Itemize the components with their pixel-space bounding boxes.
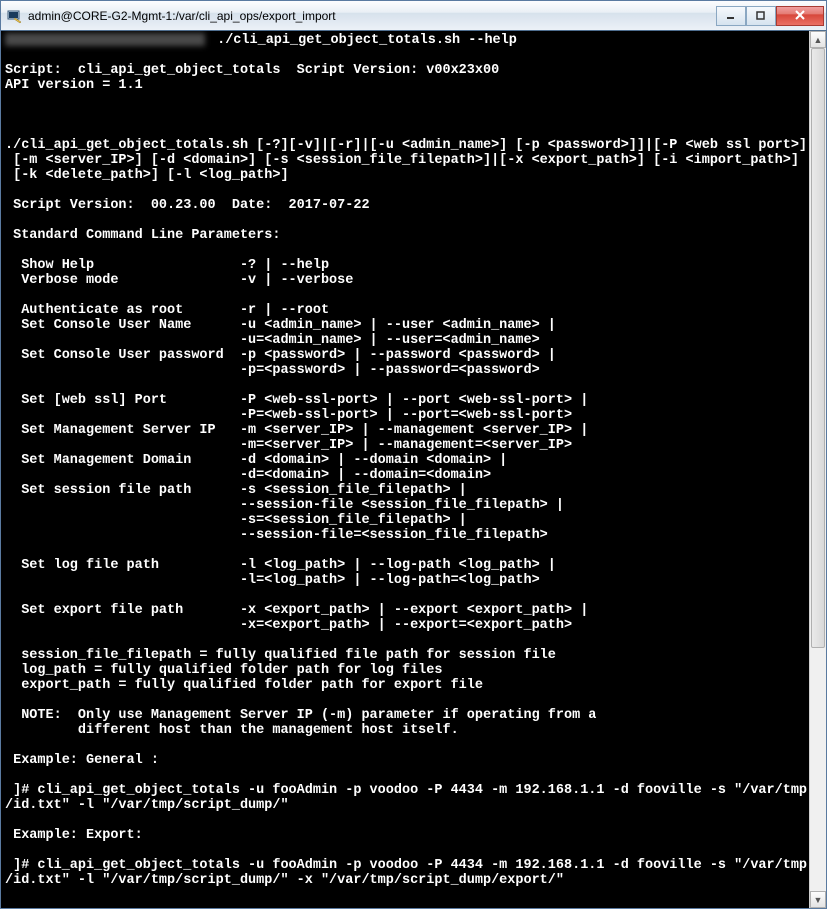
- terminal-line: /id.txt" -l "/var/tmp/script_dump/": [5, 798, 805, 813]
- terminal-line: [5, 243, 805, 258]
- terminal-line: ./cli_api_get_object_totals.sh [-?][-v]|…: [5, 138, 805, 153]
- terminal-line: /id.txt" -l "/var/tmp/script_dump/" -x "…: [5, 873, 805, 888]
- terminal-line: different host than the management host …: [5, 723, 805, 738]
- terminal-line: --session-file <session_file_filepath> |: [5, 498, 805, 513]
- terminal-line: [5, 738, 805, 753]
- titlebar[interactable]: admin@CORE-G2-Mgmt-1:/var/cli_api_ops/ex…: [1, 1, 826, 31]
- terminal-line: --session-file=<session_file_filepath>: [5, 528, 805, 543]
- terminal-line: [5, 813, 805, 828]
- terminal-line: [5, 693, 805, 708]
- putty-icon: [7, 8, 23, 24]
- terminal-line: [5, 888, 805, 903]
- window-title: admin@CORE-G2-Mgmt-1:/var/cli_api_ops/ex…: [28, 9, 716, 23]
- terminal-line: -P=<web-ssl-port> | --port=<web-ssl-port…: [5, 408, 805, 423]
- terminal-line: [5, 123, 805, 138]
- terminal-line: Standard Command Line Parameters:: [5, 228, 805, 243]
- terminal-line: Set Management Server IP -m <server_IP> …: [5, 423, 805, 438]
- terminal-line: -s=<session_file_filepath> |: [5, 513, 805, 528]
- terminal-line: API version = 1.1: [5, 78, 805, 93]
- scroll-thumb[interactable]: [811, 48, 825, 648]
- terminal-line: ]# cli_api_get_object_totals -u fooAdmin…: [5, 858, 805, 873]
- terminal-line: Example: General :: [5, 753, 805, 768]
- scroll-down-button[interactable]: ▼: [810, 891, 826, 908]
- terminal-line: Set log file path -l <log_path> | --log-…: [5, 558, 805, 573]
- terminal-line: Show Help -? | --help: [5, 258, 805, 273]
- terminal-line: [5, 378, 805, 393]
- terminal-line: log_path = fully qualified folder path f…: [5, 663, 805, 678]
- window-buttons: [716, 6, 824, 26]
- terminal-line: -m=<server_IP> | --management=<server_IP…: [5, 438, 805, 453]
- terminal-output[interactable]: ./cli_api_get_object_totals.sh --help Sc…: [1, 31, 809, 908]
- terminal-line: [5, 48, 805, 63]
- terminal-line: -p=<password> | --password=<password>: [5, 363, 805, 378]
- minimize-button[interactable]: [716, 6, 746, 26]
- terminal-line: Example: Export:: [5, 828, 805, 843]
- main-window: admin@CORE-G2-Mgmt-1:/var/cli_api_ops/ex…: [0, 0, 827, 909]
- scrollbar: ▲ ▼: [809, 31, 826, 908]
- terminal-line: -x=<export_path> | --export=<export_path…: [5, 618, 805, 633]
- terminal-line: Authenticate as root -r | --root: [5, 303, 805, 318]
- terminal-line: [5, 543, 805, 558]
- terminal-line: [5, 588, 805, 603]
- terminal-line: Set [web ssl] Port -P <web-ssl-port> | -…: [5, 393, 805, 408]
- redacted-prompt: [5, 33, 205, 46]
- terminal-line: [5, 633, 805, 648]
- terminal-line: Set Console User Name -u <admin_name> | …: [5, 318, 805, 333]
- terminal-line: -u=<admin_name> | --user=<admin_name>: [5, 333, 805, 348]
- terminal-line: Set Console User password -p <password> …: [5, 348, 805, 363]
- terminal-line: -d=<domain> | --domain=<domain>: [5, 468, 805, 483]
- terminal-line: -l=<log_path> | --log-path=<log_path>: [5, 573, 805, 588]
- terminal-line: NOTE: Only use Management Server IP (-m)…: [5, 708, 805, 723]
- terminal-line: Script Version: 00.23.00 Date: 2017-07-2…: [5, 198, 805, 213]
- terminal-line: Script: cli_api_get_object_totals Script…: [5, 63, 805, 78]
- terminal-line: [5, 108, 805, 123]
- terminal-line: [5, 843, 805, 858]
- terminal-line: [5, 768, 805, 783]
- close-button[interactable]: [776, 6, 824, 26]
- scroll-up-button[interactable]: ▲: [810, 31, 826, 48]
- scroll-track[interactable]: [810, 48, 826, 891]
- terminal-line: [5, 288, 805, 303]
- maximize-button[interactable]: [746, 6, 776, 26]
- terminal-line: [-m <server_IP>] [-d <domain>] [-s <sess…: [5, 153, 805, 168]
- terminal-line: [5, 183, 805, 198]
- terminal-line: [5, 93, 805, 108]
- terminal-line: Set Management Domain -d <domain> | --do…: [5, 453, 805, 468]
- terminal-line: [5, 213, 805, 228]
- terminal-line: ./cli_api_get_object_totals.sh --help: [5, 33, 805, 48]
- terminal-line: Set session file path -s <session_file_f…: [5, 483, 805, 498]
- terminal-line: [-k <delete_path>] [-l <log_path>]: [5, 168, 805, 183]
- terminal-line: Verbose mode -v | --verbose: [5, 273, 805, 288]
- terminal-line: Set export file path -x <export_path> | …: [5, 603, 805, 618]
- terminal-line: session_file_filepath = fully qualified …: [5, 648, 805, 663]
- terminal-line: export_path = fully qualified folder pat…: [5, 678, 805, 693]
- client-area: ./cli_api_get_object_totals.sh --help Sc…: [1, 31, 826, 908]
- terminal-line: ]# cli_api_get_object_totals -u fooAdmin…: [5, 783, 805, 798]
